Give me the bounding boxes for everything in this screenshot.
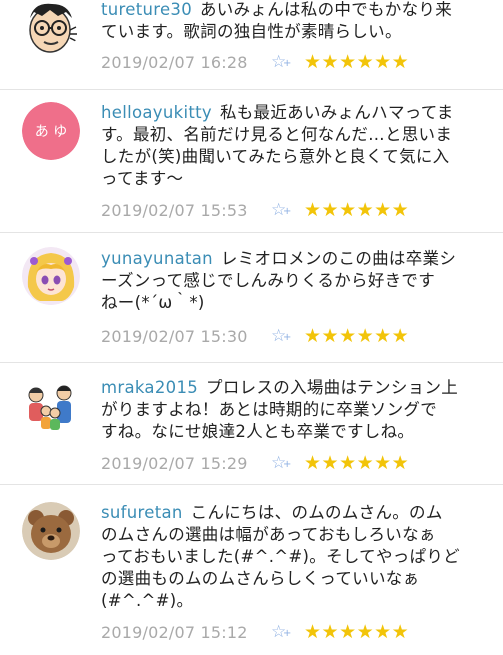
comment-meta: 2019/02/07 15:30 ☆ + ★★★★★★	[101, 325, 409, 347]
comment-date: 2019/02/07 16:28	[101, 52, 248, 72]
comment-item: yunayunatan レミオロメンのこの曲は卒業シ ーズンって感じでしんみりくる…	[0, 233, 503, 363]
comment-item: mraka2015 プロレスの入場曲はテンション上 がりますよね！あとは時期的に卒…	[0, 363, 503, 485]
cartoon-face-icon	[22, 0, 80, 54]
rating-stars: ★★★★★★	[304, 199, 410, 221]
star-plus-icon[interactable]: ☆ +	[271, 200, 304, 220]
star-plus-icon[interactable]: ☆ +	[271, 52, 304, 72]
user-avatar[interactable]: あ ゆ	[22, 102, 80, 160]
rating-stars: ★★★★★★	[304, 51, 410, 73]
teddy-bear-icon	[22, 502, 80, 560]
comment-username[interactable]: mraka2015	[101, 378, 198, 397]
user-avatar[interactable]	[22, 0, 80, 54]
user-avatar[interactable]	[22, 377, 80, 435]
star-plus-icon[interactable]: ☆ +	[271, 453, 304, 473]
comment-date: 2019/02/07 15:30	[101, 326, 248, 346]
comment-username[interactable]: sufuretan	[101, 503, 183, 522]
comment-date: 2019/02/07 15:12	[101, 622, 248, 642]
user-avatar[interactable]	[22, 247, 80, 305]
family-icon	[22, 377, 80, 435]
comment-username[interactable]: tureture30	[101, 0, 192, 19]
comment-text-block: sufuretan こんにちは、のムのムさん。のム のムさんの選曲は幅があっておも…	[101, 502, 493, 612]
comment-item: あ ゆ helloayukitty 私も最近あいみょんハマってま す。最初、名前だ…	[0, 90, 503, 233]
comment-text-block: helloayukitty 私も最近あいみょんハマってま す。最初、名前だけ見ると…	[101, 102, 493, 190]
comment-meta: 2019/02/07 15:53 ☆ + ★★★★★★	[101, 199, 409, 221]
star-plus-icon[interactable]: ☆ +	[271, 622, 304, 642]
comment-item: sufuretan こんにちは、のムのムさん。のム のムさんの選曲は幅があっておも…	[0, 485, 503, 655]
comment-meta: 2019/02/07 16:28 ☆ + ★★★★★★	[101, 51, 409, 73]
comment-date: 2019/02/07 15:29	[101, 453, 248, 473]
avatar-initials: あ ゆ	[35, 124, 67, 140]
comment-text-block: mraka2015 プロレスの入場曲はテンション上 がりますよね！あとは時期的に卒…	[101, 377, 493, 443]
comment-username[interactable]: helloayukitty	[101, 103, 212, 122]
comment-username[interactable]: yunayunatan	[101, 249, 213, 268]
initials-avatar-icon: あ ゆ	[22, 102, 80, 160]
anime-girl-icon	[22, 247, 80, 305]
comment-text-block: tureture30 あいみょんは私の中でもかなり来 ています。歌詞の独自性が素晴…	[101, 0, 493, 43]
comment-meta: 2019/02/07 15:29 ☆ + ★★★★★★	[101, 452, 409, 474]
rating-stars: ★★★★★★	[304, 452, 410, 474]
user-avatar[interactable]	[22, 502, 80, 560]
comment-item: tureture30 あいみょんは私の中でもかなり来 ています。歌詞の独自性が素晴…	[0, 0, 503, 90]
comment-date: 2019/02/07 15:53	[101, 200, 248, 220]
comment-text-block: yunayunatan レミオロメンのこの曲は卒業シ ーズンって感じでしんみりくる…	[101, 248, 493, 314]
star-plus-icon[interactable]: ☆ +	[271, 326, 304, 346]
rating-stars: ★★★★★★	[304, 325, 410, 347]
